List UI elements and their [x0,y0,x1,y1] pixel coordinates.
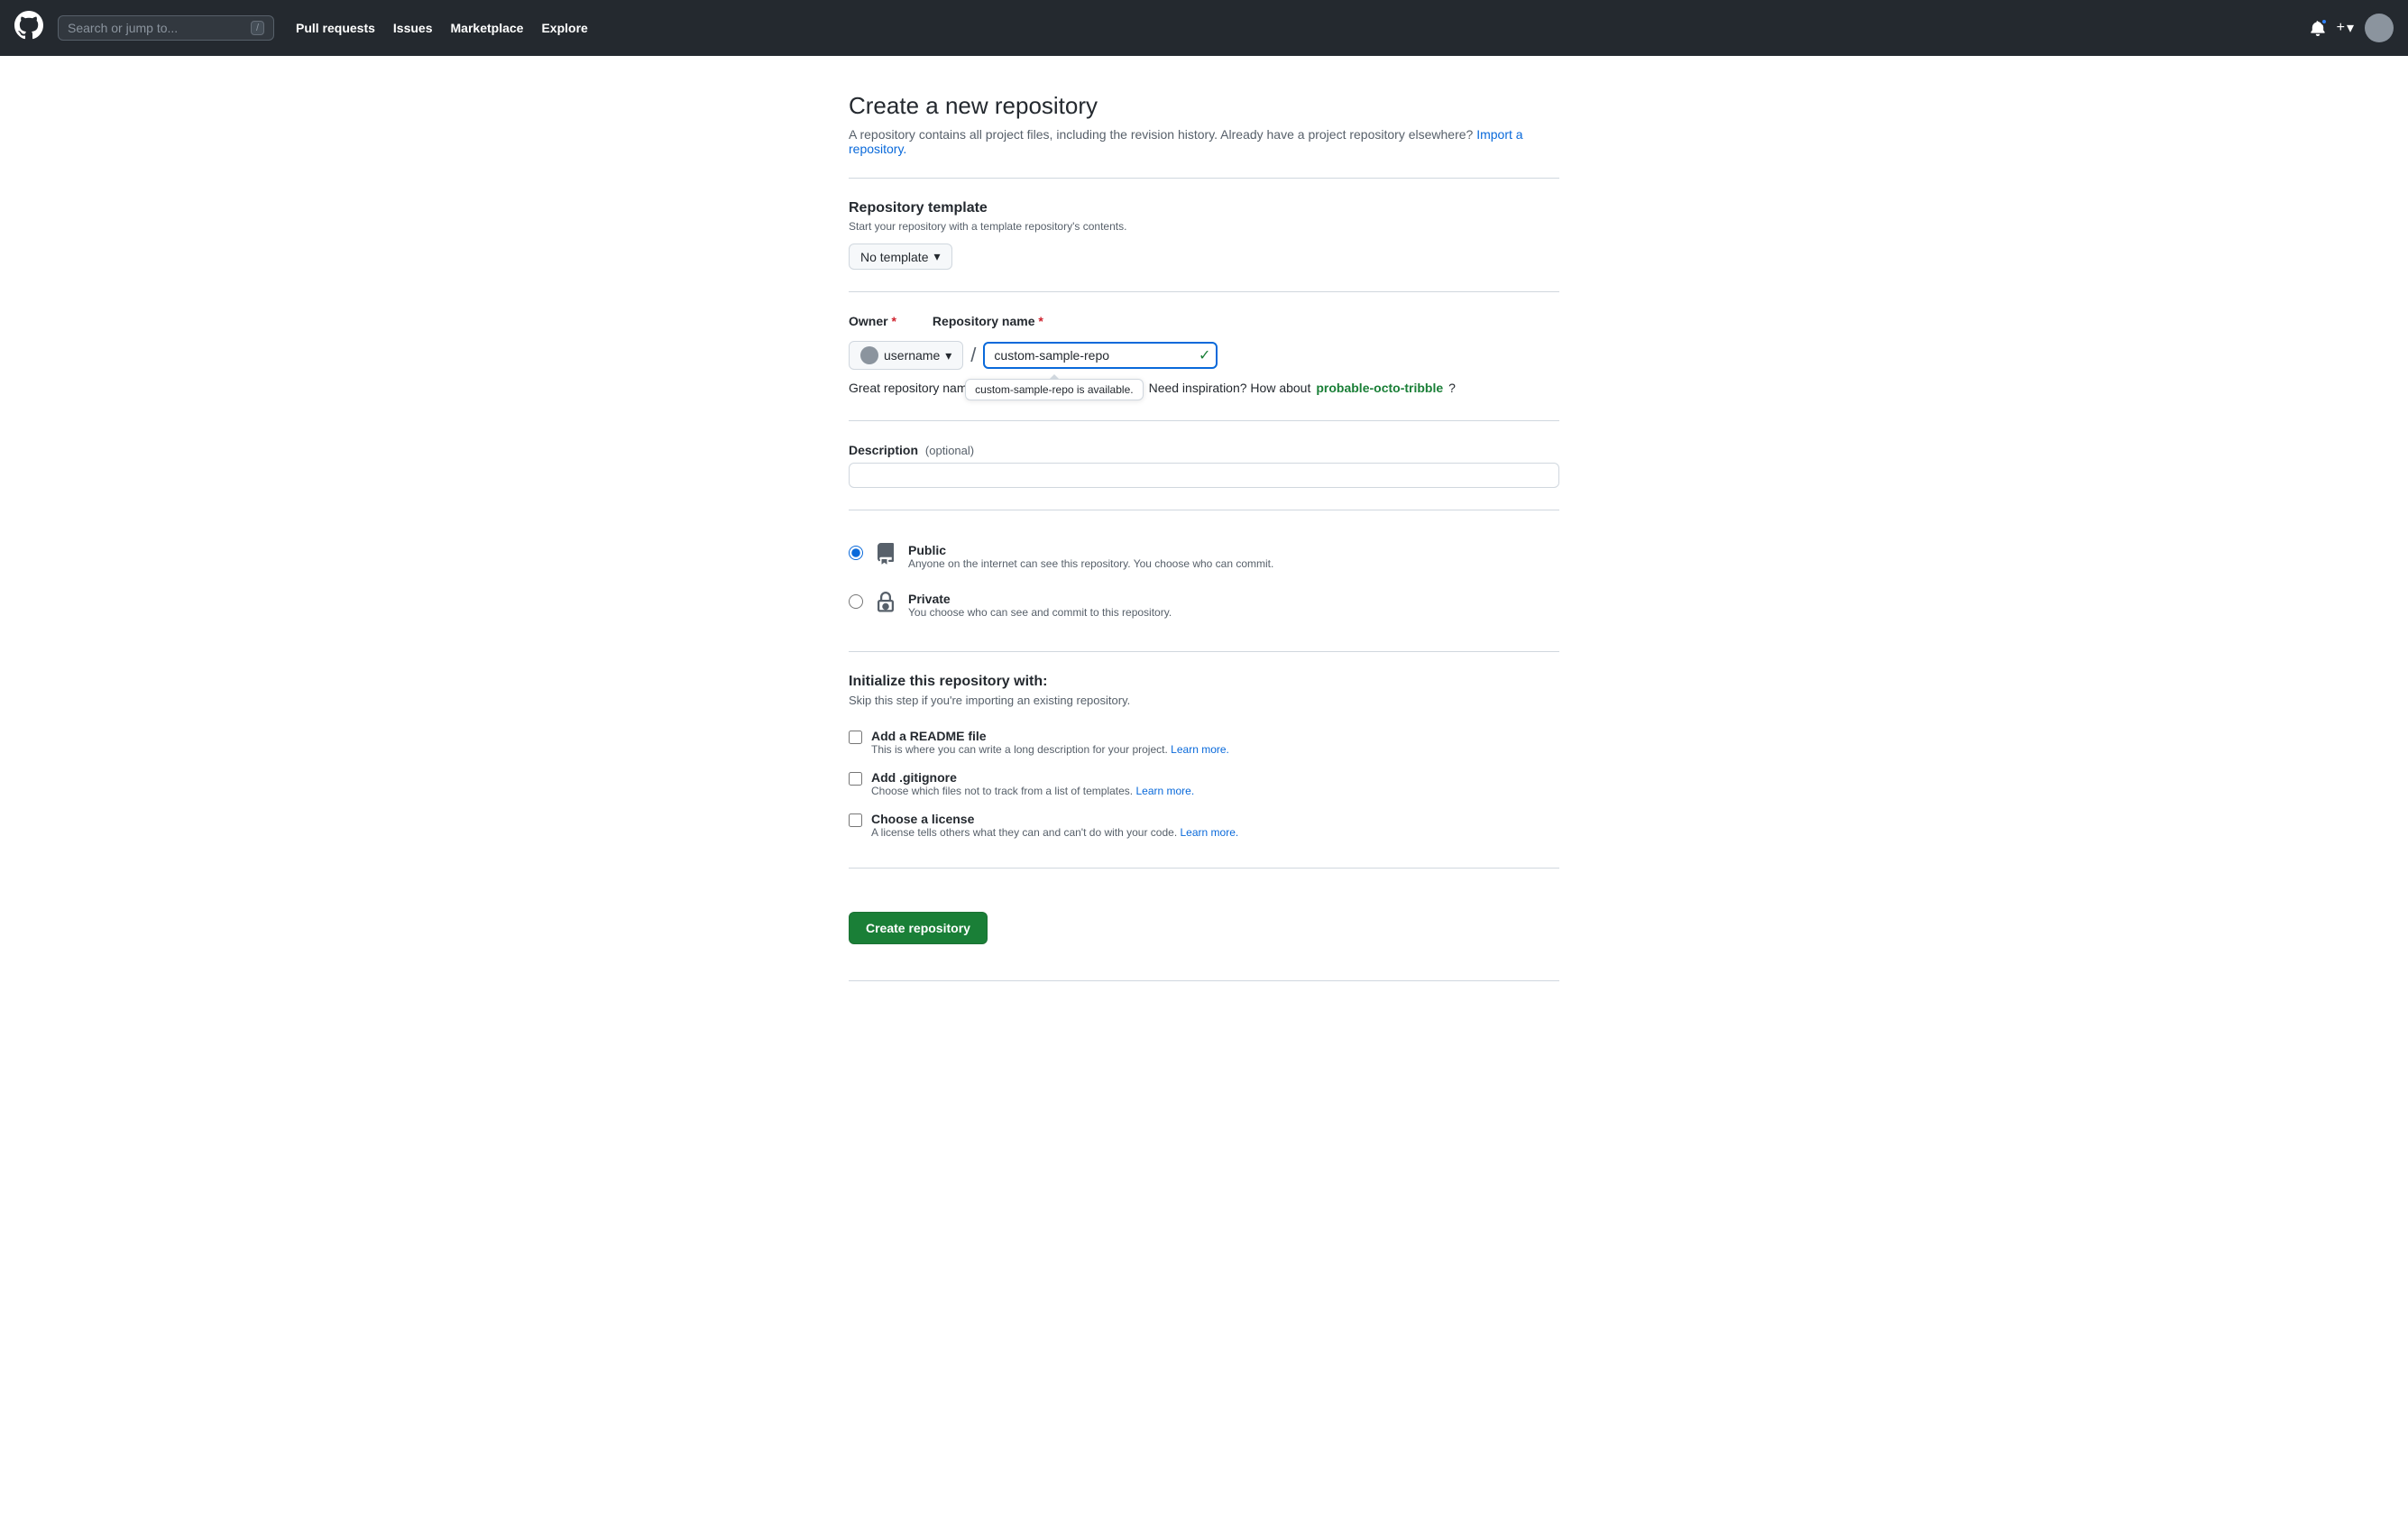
template-title: Repository template [849,200,1559,216]
readme-option: Add a README file This is where you can … [849,722,1559,763]
public-radio[interactable] [849,546,863,560]
visibility-public-option: Public Anyone on the internet can see th… [849,532,1559,581]
private-label-title: Private [908,592,1172,606]
owner-repo-row: username ▾ / ✓ [849,341,1559,370]
template-section: Repository template Start your repositor… [849,200,1559,270]
template-dropdown[interactable]: No template ▾ [849,244,952,270]
page-title: Create a new repository [849,92,1559,120]
search-input[interactable] [68,21,244,35]
license-label[interactable]: Choose a license A license tells others … [871,812,1238,839]
repo-availability-row: Great repository name! custom-sample-rep… [849,377,1559,399]
divider-3 [849,420,1559,421]
avatar[interactable] [2365,14,2394,42]
navbar-right: + ▾ [2310,14,2394,42]
visibility-private-option: Private You choose who can see and commi… [849,581,1559,630]
nav-issues[interactable]: Issues [393,21,433,35]
notifications-button[interactable] [2310,20,2326,36]
readme-checkbox[interactable] [849,731,862,744]
search-bar[interactable]: / [58,15,274,41]
public-label-desc: Anyone on the internet can see this repo… [908,557,1273,570]
gitignore-label-title: Add .gitignore [871,770,1194,785]
license-learn-more[interactable]: Learn more. [1181,826,1239,839]
slash-divider: / [970,344,976,367]
divider-5 [849,651,1559,652]
notification-dot [2321,18,2328,25]
gitignore-checkbox[interactable] [849,772,862,786]
search-kbd: / [251,21,264,35]
repo-name-label: Repository name * [933,314,1043,328]
owner-required-star: * [891,314,896,328]
divider-6 [849,868,1559,869]
owner-chevron: ▾ [945,348,951,363]
question-mark: ? [1448,381,1456,395]
template-desc: Start your repository with a template re… [849,220,1559,233]
main-content: Create a new repository A repository con… [834,56,1574,1053]
repo-name-input[interactable] [983,342,1218,369]
create-repository-button[interactable]: Create repository [849,912,988,944]
plus-chevron: ▾ [2347,19,2354,37]
readme-learn-more[interactable]: Learn more. [1171,743,1229,756]
description-section: Description (optional) [849,443,1559,488]
private-icon [874,592,897,619]
nav-marketplace[interactable]: Marketplace [451,21,524,35]
need-inspiration-text: Need inspiration? How about [1149,381,1311,395]
gitignore-learn-more[interactable]: Learn more. [1135,785,1194,797]
init-desc: Skip this step if you're importing an ex… [849,694,1559,707]
owner-select[interactable]: username ▾ [849,341,963,370]
public-icon [874,543,897,570]
divider-1 [849,178,1559,179]
description-optional: (optional) [925,444,974,457]
nav-links: Pull requests Issues Marketplace Explore [296,21,588,35]
suggestion-link[interactable]: probable-octo-tribble [1316,381,1443,395]
great-repo-text: Great repository name! [849,381,978,395]
owner-label: Owner * [849,314,896,328]
license-checkbox[interactable] [849,813,862,827]
template-dropdown-chevron: ▾ [933,249,940,264]
private-radio[interactable] [849,594,863,609]
description-label: Description (optional) [849,443,1559,457]
init-section: Initialize this repository with: Skip th… [849,674,1559,846]
public-label-title: Public [908,543,1273,557]
availability-tooltip: custom-sample-repo is available. [965,379,1143,400]
repo-name-wrapper: ✓ [983,342,1218,369]
repo-required-star: * [1038,314,1043,328]
readme-label-desc: This is where you can write a long descr… [871,743,1229,756]
init-title: Initialize this repository with: [849,674,1559,690]
visibility-section: Public Anyone on the internet can see th… [849,532,1559,630]
readme-label[interactable]: Add a README file This is where you can … [871,729,1229,756]
owner-avatar [860,346,878,364]
gitignore-label-desc: Choose which files not to track from a l… [871,785,1194,797]
plus-icon: + [2337,20,2345,36]
license-label-desc: A license tells others what they can and… [871,826,1238,839]
gitignore-label[interactable]: Add .gitignore Choose which files not to… [871,770,1194,797]
owner-name: username [884,348,940,363]
bottom-divider [849,980,1559,981]
license-option: Choose a license A license tells others … [849,804,1559,846]
navbar: / Pull requests Issues Marketplace Explo… [0,0,2408,56]
description-input[interactable] [849,463,1559,488]
nav-pull-requests[interactable]: Pull requests [296,21,375,35]
public-label[interactable]: Public Anyone on the internet can see th… [908,543,1273,570]
nav-explore[interactable]: Explore [541,21,587,35]
repo-name-checkmark: ✓ [1199,346,1210,364]
template-dropdown-label: No template [860,250,928,264]
divider-2 [849,291,1559,292]
private-label[interactable]: Private You choose who can see and commi… [908,592,1172,619]
page-subtitle: A repository contains all project files,… [849,127,1559,156]
owner-repo-section: Owner * Repository name * username ▾ / ✓ [849,314,1559,399]
github-logo-icon[interactable] [14,11,43,46]
gitignore-option: Add .gitignore Choose which files not to… [849,763,1559,804]
readme-label-title: Add a README file [871,729,1229,743]
private-label-desc: You choose who can see and commit to thi… [908,606,1172,619]
license-label-title: Choose a license [871,812,1238,826]
new-menu-button[interactable]: + ▾ [2337,19,2354,37]
